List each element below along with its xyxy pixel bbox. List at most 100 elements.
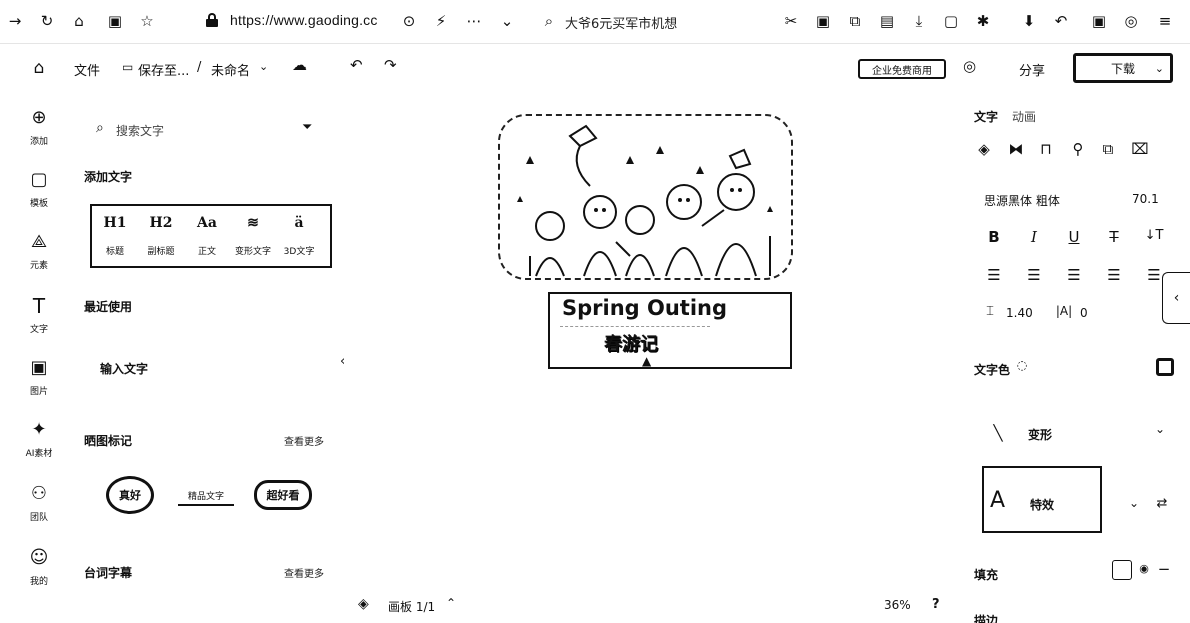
- more-icon[interactable]: ⋯: [463, 10, 485, 32]
- rail-item-ai[interactable]: ✦ AI素材: [14, 418, 64, 459]
- home-icon[interactable]: ⌂: [68, 10, 90, 32]
- align-center-icon[interactable]: ☰: [1024, 266, 1044, 284]
- download-tray-icon[interactable]: ⤓: [908, 10, 930, 32]
- stickers-see-more[interactable]: 查看更多: [284, 433, 324, 448]
- rail-item-template[interactable]: ▢ 模板: [14, 168, 64, 209]
- grid-icon[interactable]: ▤: [876, 10, 898, 32]
- bold-icon[interactable]: B: [984, 228, 1004, 246]
- chevron-down-icon[interactable]: ⌄: [259, 60, 268, 73]
- align-justify-icon[interactable]: ☰: [1104, 266, 1124, 284]
- ai-icon[interactable]: ▣: [1088, 10, 1110, 32]
- reload-icon[interactable]: ↻: [36, 10, 58, 32]
- letter-spacing-value[interactable]: 0: [1080, 306, 1088, 320]
- sync-icon[interactable]: ◎: [1120, 10, 1142, 32]
- chevron-up-icon[interactable]: ⌃: [446, 596, 456, 610]
- canvas-title-selection[interactable]: Spring Outing 春游记 ▲: [548, 292, 792, 369]
- collapse-panel-icon[interactable]: ‹: [340, 354, 345, 369]
- window-icon[interactable]: ▢: [940, 10, 962, 32]
- sticker-2[interactable]: 精品文字: [178, 486, 234, 506]
- help-button[interactable]: ?: [932, 597, 940, 612]
- downloads-icon[interactable]: ⬇: [1018, 10, 1040, 32]
- eye-icon[interactable]: ◉: [1134, 562, 1154, 575]
- download-button[interactable]: 下载 ⌄: [1073, 53, 1173, 83]
- align-right-icon[interactable]: ☰: [1064, 266, 1084, 284]
- text-search[interactable]: ⌕ 搜索文字 ⏷: [96, 120, 326, 140]
- rail-item-add[interactable]: ⊕ 添加: [14, 106, 64, 147]
- side-panel-toggle[interactable]: ‹: [1162, 272, 1190, 324]
- zoom-level[interactable]: 36%: [884, 598, 911, 612]
- tab-icon[interactable]: ▣: [812, 10, 834, 32]
- rail-item-text[interactable]: T 文字: [14, 294, 64, 335]
- cloud-icon[interactable]: ☁: [292, 56, 307, 74]
- text-style-3d[interactable]: ä 3D文字: [276, 212, 322, 257]
- rail-item-team[interactable]: ⚇ 团队: [14, 482, 64, 523]
- lightning-icon[interactable]: ⚡: [430, 10, 452, 32]
- text-style-body[interactable]: Aa 正文: [184, 212, 230, 257]
- italic-icon[interactable]: I: [1024, 228, 1044, 246]
- undo-icon[interactable]: ↶: [1050, 10, 1072, 32]
- extension-icon[interactable]: ▣: [104, 10, 126, 32]
- file-menu[interactable]: 文件: [74, 60, 100, 79]
- text-style-h2[interactable]: H2 副标题: [138, 212, 184, 257]
- font-size-input[interactable]: 70.1: [1132, 192, 1159, 206]
- paint-brush-icon[interactable]: ⚲: [1068, 140, 1088, 158]
- tab-animation[interactable]: 动画: [1012, 108, 1036, 125]
- vertical-text-icon[interactable]: ↓T: [1144, 228, 1164, 243]
- page-indicator[interactable]: 画板 1/1: [388, 598, 435, 615]
- chevron-down-icon[interactable]: ⌄: [496, 10, 518, 32]
- input-text-item[interactable]: 输入文字: [100, 360, 148, 377]
- chevron-down-icon[interactable]: ⌄: [1124, 496, 1144, 510]
- canvas-illustration[interactable]: [498, 114, 793, 280]
- rail-item-image[interactable]: ▣ 图片: [14, 356, 64, 397]
- text-style-h1[interactable]: H1 标题: [92, 212, 138, 257]
- line-height-value[interactable]: 1.40: [1006, 306, 1033, 320]
- menu-icon[interactable]: ≡: [1154, 10, 1176, 32]
- save-to-menu[interactable]: 保存至...: [138, 60, 189, 79]
- effect-card[interactable]: A 特效: [982, 466, 1102, 533]
- align-left-icon[interactable]: ☰: [984, 266, 1004, 284]
- address-bar[interactable]: https://www.gaoding.cc: [230, 12, 378, 28]
- flip-icon[interactable]: ⧓: [1006, 140, 1026, 158]
- pin-icon[interactable]: ✱: [972, 10, 994, 32]
- font-family-select[interactable]: 思源黑体 粗体: [984, 192, 1060, 209]
- chevron-down-icon[interactable]: ⌄: [1150, 422, 1170, 436]
- sticker-3[interactable]: 超好看: [254, 480, 312, 510]
- minus-icon[interactable]: −: [1154, 560, 1174, 578]
- target-icon[interactable]: ◎: [963, 57, 976, 75]
- canvas-title-chinese[interactable]: 春游记: [604, 330, 658, 356]
- zoom-icon[interactable]: ⊙: [398, 10, 420, 32]
- bookmark-star-icon[interactable]: ☆: [136, 10, 158, 32]
- forward-icon[interactable]: →: [4, 10, 26, 32]
- layers-icon[interactable]: ◈: [974, 140, 994, 158]
- sticker-1[interactable]: 真好: [106, 476, 154, 514]
- strikethrough-icon[interactable]: T: [1104, 228, 1124, 246]
- info-icon[interactable]: ◌: [1012, 358, 1032, 372]
- trash-icon[interactable]: ⌧: [1130, 140, 1150, 158]
- undo-icon[interactable]: ↶: [350, 56, 363, 74]
- share-button[interactable]: 分享: [1019, 60, 1045, 79]
- rail-item-mine[interactable]: ☺ 我的: [14, 546, 64, 587]
- scissors-icon[interactable]: ✂: [780, 10, 802, 32]
- layers-icon[interactable]: ◈: [358, 596, 369, 612]
- browser-search-box[interactable]: 大爷6元买军市机想: [565, 13, 677, 32]
- underline-icon[interactable]: U: [1064, 228, 1084, 246]
- swap-icon[interactable]: ⇄: [1152, 496, 1172, 511]
- rail-item-elements[interactable]: ⟁ 元素: [14, 230, 64, 271]
- puzzle-icon[interactable]: ⧉: [844, 10, 866, 32]
- search-input[interactable]: 搜索文字: [116, 122, 164, 139]
- lock-icon[interactable]: ⊓: [1036, 140, 1056, 158]
- filter-icon[interactable]: ⏷: [302, 120, 312, 135]
- tab-text[interactable]: 文字: [974, 108, 998, 125]
- subtitles-see-more[interactable]: 查看更多: [284, 565, 324, 580]
- text-color-swatch[interactable]: [1156, 358, 1174, 376]
- align-distribute-icon[interactable]: ☰: [1144, 266, 1164, 284]
- home-icon[interactable]: ⌂: [28, 57, 50, 79]
- canvas-title-english[interactable]: Spring Outing: [562, 296, 727, 320]
- copy-icon[interactable]: ⧉: [1098, 140, 1118, 158]
- transform-label[interactable]: 变形: [1028, 426, 1052, 443]
- document-name[interactable]: 未命名: [211, 60, 250, 79]
- commercial-badge[interactable]: 企业免费商用: [858, 59, 946, 79]
- text-style-warp[interactable]: ≋ 变形文字: [230, 212, 276, 257]
- fill-color-swatch[interactable]: [1112, 560, 1132, 580]
- redo-icon[interactable]: ↷: [384, 56, 397, 74]
